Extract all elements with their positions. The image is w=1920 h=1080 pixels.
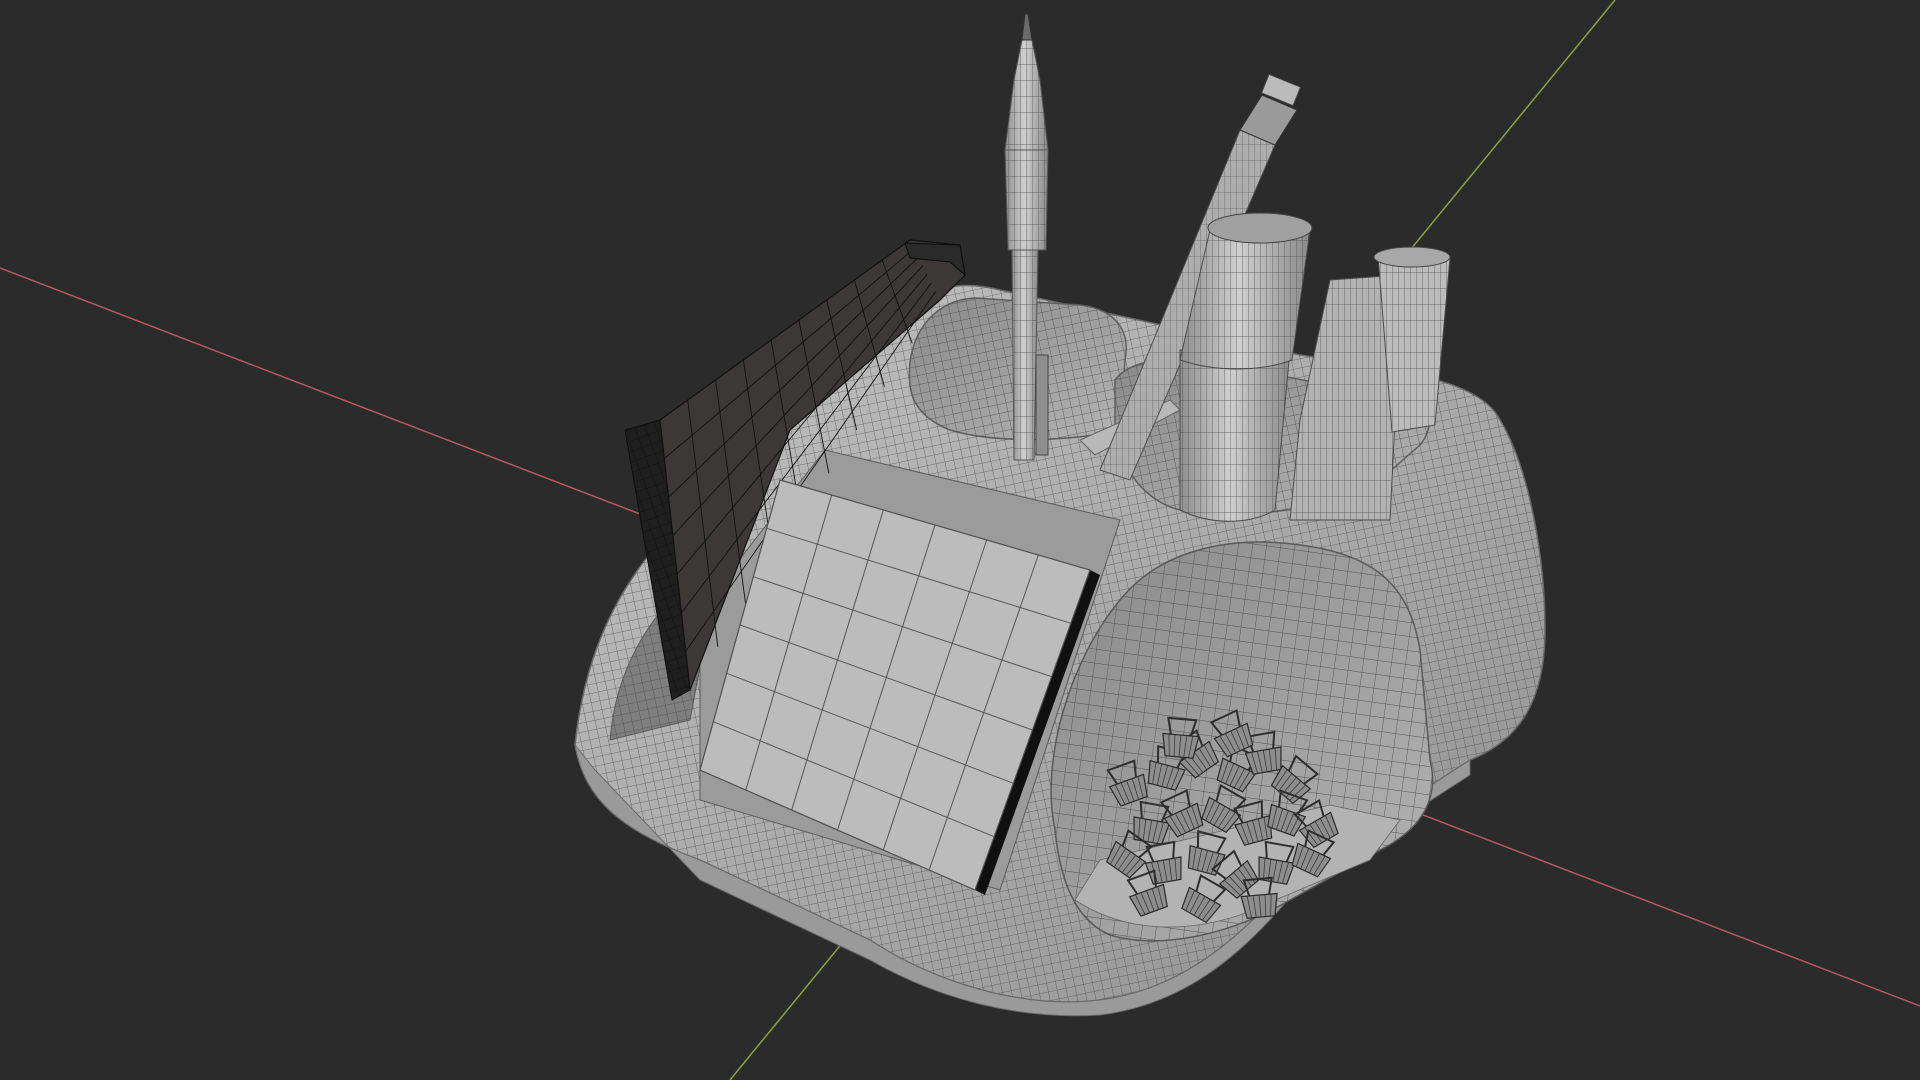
mechanical-pencil-clip — [1035, 354, 1049, 456]
marker-cap-top — [1207, 212, 1313, 244]
mechanical-pencil-tip — [1021, 13, 1033, 41]
3d-viewport[interactable] — [0, 0, 1920, 1080]
highlighter-cap-top — [1373, 246, 1451, 268]
scene-canvas[interactable] — [0, 0, 1920, 1080]
